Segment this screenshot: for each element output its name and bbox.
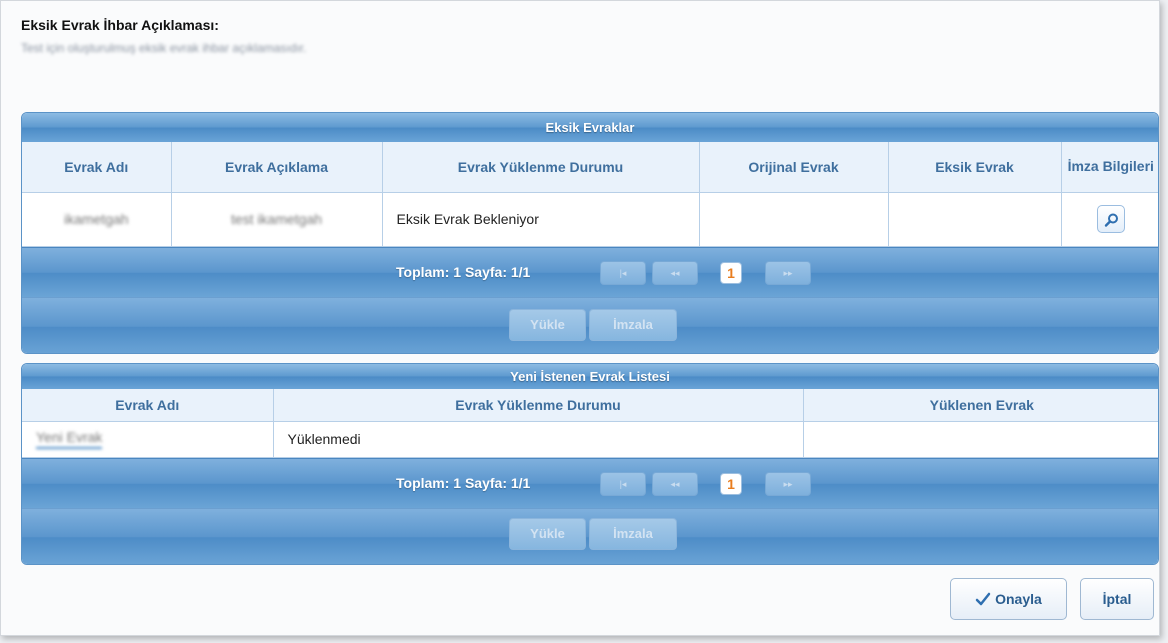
first-page-icon[interactable]: |◂ (600, 471, 646, 496)
column-header[interactable]: Evrak Yüklenme Durumu (382, 142, 700, 193)
table-row[interactable]: Yeni Evrak Yüklenmedi (22, 421, 1158, 458)
first-page-icon[interactable]: |◂ (600, 260, 646, 285)
next-page-icon[interactable]: ▸▸ (765, 260, 811, 285)
approve-label: Onayla (995, 591, 1042, 607)
pager-summary: Toplam: 1 Sayfa: 1/1 (396, 474, 531, 491)
description-text: Test için oluşturulmuş eksik evrak ihbar… (21, 41, 307, 55)
column-header[interactable]: Evrak Adı (22, 389, 274, 422)
column-header[interactable]: Evrak Adı (22, 142, 172, 193)
table-header-row: Evrak Adı Evrak Açıklama Evrak Yüklenme … (22, 142, 1158, 193)
sign-button[interactable]: İmzala (589, 308, 677, 341)
sign-button[interactable]: İmzala (589, 517, 677, 550)
new-docs-title: Yeni İstenen Evrak Listesi (22, 364, 1158, 389)
column-header[interactable]: Evrak Açıklama (171, 142, 383, 193)
search-icon (1104, 213, 1118, 227)
new-docs-table: Evrak Adı Evrak Yüklenme Durumu Yüklenen… (22, 389, 1158, 458)
pager-bar: Toplam: 1 Sayfa: 1/1 |◂ ◂◂ 1 ▸▸ (22, 246, 1158, 297)
current-page[interactable]: 1 (720, 261, 742, 284)
column-header[interactable]: Evrak Yüklenme Durumu (273, 389, 804, 422)
action-bar: Yükle İmzala (22, 296, 1158, 353)
column-header[interactable]: Yüklenen Evrak (803, 389, 1158, 422)
missing-doc[interactable] (888, 192, 1062, 247)
pager-summary: Toplam: 1 Sayfa: 1/1 (396, 263, 531, 280)
pager-bar: Toplam: 1 Sayfa: 1/1 |◂ ◂◂ 1 ▸▸ (22, 457, 1158, 508)
prev-page-icon[interactable]: ◂◂ (652, 260, 698, 285)
uploaded-doc[interactable] (803, 421, 1158, 458)
new-docs-panel: Yeni İstenen Evrak Listesi Evrak Adı Evr… (21, 363, 1159, 565)
column-header[interactable]: Eksik Evrak (888, 142, 1062, 193)
table-header-row: Evrak Adı Evrak Yüklenme Durumu Yüklenen… (22, 389, 1158, 422)
description-title: Eksik Evrak İhbar Açıklaması: (21, 17, 219, 33)
column-header[interactable]: Orijinal Evrak (699, 142, 889, 193)
table-row[interactable]: ikametgah test ikametgah Eksik Evrak Bek… (22, 192, 1158, 247)
cancel-button[interactable]: İptal (1080, 578, 1154, 620)
doc-description: test ikametgah (230, 211, 323, 227)
current-page[interactable]: 1 (720, 472, 742, 495)
upload-button[interactable]: Yükle (509, 517, 586, 550)
doc-name: ikametgah (63, 211, 129, 227)
action-bar: Yükle İmzala (22, 507, 1158, 564)
column-header[interactable]: İmza Bilgileri (1061, 142, 1158, 193)
doc-name-input[interactable]: Yeni Evrak (36, 429, 103, 449)
missing-doc-dialog: Eksik Evrak İhbar Açıklaması: Test için … (0, 0, 1160, 636)
doc-status: Yüklenmedi (273, 421, 804, 458)
original-doc[interactable] (699, 192, 889, 247)
missing-docs-panel: Eksik Evraklar Evrak Adı Evrak Açıklama … (21, 112, 1159, 354)
doc-status: Eksik Evrak Bekleniyor (382, 192, 700, 247)
missing-docs-title: Eksik Evraklar (22, 113, 1158, 142)
check-icon (975, 592, 991, 606)
upload-button[interactable]: Yükle (509, 308, 586, 341)
approve-button[interactable]: Onayla (950, 578, 1067, 620)
next-page-icon[interactable]: ▸▸ (765, 471, 811, 496)
signature-info-button[interactable] (1096, 205, 1125, 233)
missing-docs-table: Evrak Adı Evrak Açıklama Evrak Yüklenme … (22, 142, 1158, 247)
prev-page-icon[interactable]: ◂◂ (652, 471, 698, 496)
